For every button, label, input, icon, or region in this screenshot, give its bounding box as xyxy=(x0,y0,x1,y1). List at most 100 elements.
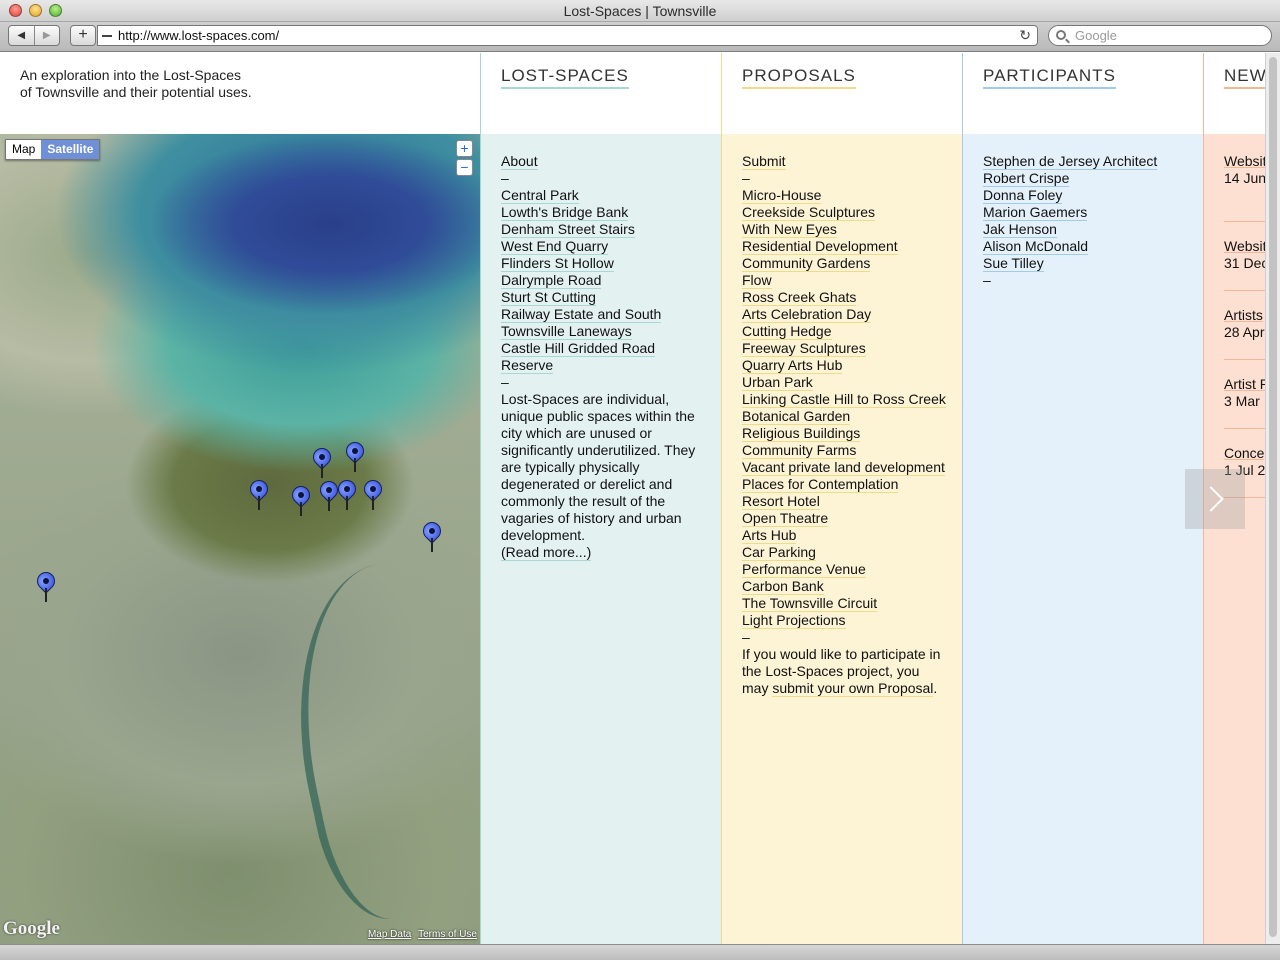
list-item: Quarry Arts Hub xyxy=(742,357,962,374)
read-more-link[interactable]: (Read more...) xyxy=(501,544,592,561)
map-pin-icon[interactable] xyxy=(309,444,335,478)
participant-link[interactable]: Sue Tilley xyxy=(983,255,1044,272)
map-pin-icon[interactable] xyxy=(33,568,59,602)
proposal-link[interactable]: The Townsville Circuit xyxy=(742,595,878,612)
map-pin-icon[interactable] xyxy=(419,518,445,552)
list-item: Linking Castle Hill to Ross Creek xyxy=(742,391,962,408)
proposals-heading[interactable]: PROPOSALS xyxy=(742,66,856,89)
list-item: Resort Hotel xyxy=(742,493,962,510)
vertical-scrollbar[interactable] xyxy=(1265,53,1280,944)
terms-of-use-link[interactable]: Terms of Use xyxy=(418,929,477,940)
proposal-link[interactable]: Freeway Sculptures xyxy=(742,340,866,357)
news-heading[interactable]: NEWS xyxy=(1224,66,1265,89)
list-separator: – xyxy=(742,170,750,186)
proposal-link[interactable]: Community Farms xyxy=(742,442,857,459)
proposal-link[interactable]: Places for Contemplation xyxy=(742,476,899,493)
zoom-out-button[interactable]: − xyxy=(456,159,473,176)
proposal-link[interactable]: Urban Park xyxy=(742,374,813,391)
proposal-link[interactable]: Light Projections xyxy=(742,612,846,629)
proposal-link[interactable]: Residential Development xyxy=(742,238,898,255)
map-footer: Map Data Terms of Use xyxy=(364,929,477,940)
map-pin-icon[interactable] xyxy=(316,477,342,511)
proposal-link[interactable]: Community Gardens xyxy=(742,255,871,272)
proposal-link[interactable]: Creekside Sculptures xyxy=(742,204,876,221)
map-pin-icon[interactable] xyxy=(334,476,360,510)
list-item: Botanical Garden xyxy=(742,408,962,425)
participant-link[interactable]: Stephen de Jersey Architect xyxy=(983,153,1158,170)
lost-space-link[interactable]: Dalrymple Road xyxy=(501,272,602,289)
forward-button[interactable]: ▶ xyxy=(33,26,60,45)
proposal-link[interactable]: Performance Venue xyxy=(742,561,866,578)
search-input[interactable]: Google xyxy=(1048,25,1272,46)
proposal-link[interactable]: Linking Castle Hill to Ross Creek xyxy=(742,391,946,408)
proposal-link[interactable]: With New Eyes xyxy=(742,221,837,238)
scrollbar-thumb[interactable] xyxy=(1269,57,1277,937)
participant-link[interactable]: Donna Foley xyxy=(983,187,1063,204)
satellite-map[interactable]: Map Satellite + − Google Map Data Terms … xyxy=(0,134,480,944)
proposal-link[interactable]: Arts Hub xyxy=(742,527,797,544)
news-title: Artists xyxy=(1224,307,1263,323)
address-bar[interactable]: http://www.lost-spaces.com/ ↻ xyxy=(97,25,1038,46)
proposal-link[interactable]: Flow xyxy=(742,272,772,289)
zoom-in-button[interactable]: + xyxy=(456,140,473,157)
lost-space-link[interactable]: Flinders St Hollow xyxy=(501,255,614,272)
reload-icon[interactable]: ↻ xyxy=(1019,26,1031,45)
proposal-link[interactable]: Religious Buildings xyxy=(742,425,861,442)
lost-space-link[interactable]: Denham Street Stairs xyxy=(501,221,635,238)
news-title: Website xyxy=(1224,238,1265,254)
lost-space-link[interactable]: About xyxy=(501,153,538,170)
map-pin-icon[interactable] xyxy=(360,476,386,510)
proposal-link[interactable]: Ross Creek Ghats xyxy=(742,289,857,306)
proposal-link[interactable]: Micro-House xyxy=(742,187,822,204)
proposal-link[interactable]: Open Theatre xyxy=(742,510,829,527)
list-item: Vacant private land development xyxy=(742,459,962,476)
map-pin-icon[interactable] xyxy=(288,482,314,516)
lost-spaces-heading[interactable]: LOST-SPACES xyxy=(501,66,629,89)
participants-heading[interactable]: PARTICIPANTS xyxy=(983,66,1116,89)
proposal-link[interactable]: Vacant private land development xyxy=(742,459,945,476)
map-pin-icon[interactable] xyxy=(342,438,368,472)
nav-buttons: ◀ ▶ xyxy=(8,25,60,46)
news-item[interactable]: Artists 28 Apr xyxy=(1224,291,1265,360)
next-arrow-button[interactable] xyxy=(1185,469,1245,529)
participant-link[interactable]: Marion Gaemers xyxy=(983,204,1088,221)
add-bookmark-button[interactable]: + xyxy=(70,25,96,46)
proposal-link[interactable]: Resort Hotel xyxy=(742,493,820,510)
lost-space-link[interactable]: Sturt St Cutting xyxy=(501,289,596,306)
proposal-link[interactable]: Cutting Hedge xyxy=(742,323,832,340)
proposal-link[interactable]: Arts Celebration Day xyxy=(742,306,872,323)
proposal-link[interactable]: Submit xyxy=(742,153,786,170)
intro-line-1: An exploration into the Lost-Spaces xyxy=(20,67,242,83)
participant-link[interactable]: Robert Crispe xyxy=(983,170,1070,187)
description-text: Lost-Spaces are individual, unique publi… xyxy=(501,391,696,543)
participant-link[interactable]: Alison McDonald xyxy=(983,238,1089,255)
submit-proposal-link[interactable]: submit your own Proposal xyxy=(772,680,934,697)
lost-space-link[interactable]: Lowth's Bridge Bank xyxy=(501,204,629,221)
proposal-link[interactable]: Carbon Bank xyxy=(742,578,824,595)
map-data-link[interactable]: Map Data xyxy=(368,929,411,940)
map-pin-icon[interactable] xyxy=(246,476,272,510)
map-type-satellite-button[interactable]: Satellite xyxy=(41,140,100,159)
proposal-link[interactable]: Quarry Arts Hub xyxy=(742,357,843,374)
proposal-link[interactable]: Botanical Garden xyxy=(742,408,851,425)
proposals-list: Submit – Micro-House Creekside Sculptures Wi… xyxy=(742,153,962,646)
participant-link[interactable]: Jak Henson xyxy=(983,221,1057,238)
list-item: Cutting Hedge xyxy=(742,323,962,340)
list-item: Sue Tilley xyxy=(983,255,1203,272)
list-item: Light Projections xyxy=(742,612,962,629)
news-item[interactable]: Website14 Jun xyxy=(1224,153,1265,222)
status-bar xyxy=(0,944,1280,960)
lost-space-link[interactable]: Central Park xyxy=(501,187,579,204)
lost-space-link[interactable]: Railway Estate and South xyxy=(501,306,662,323)
back-button[interactable]: ◀ xyxy=(9,26,34,45)
lost-space-link[interactable]: West End Quarry xyxy=(501,238,609,255)
news-item[interactable]: Artist P3 Mar xyxy=(1224,360,1265,429)
lost-space-link[interactable]: Townsville Laneways xyxy=(501,323,632,340)
map-type-map-button[interactable]: Map xyxy=(6,140,42,159)
news-item[interactable]: Website31 Dec xyxy=(1224,222,1265,291)
proposal-link[interactable]: Car Parking xyxy=(742,544,816,561)
title-bar: Lost-Spaces | Townsville xyxy=(0,0,1280,22)
lost-space-link[interactable]: Castle Hill Gridded Road xyxy=(501,340,656,357)
list-separator: – xyxy=(742,629,750,645)
lost-space-link[interactable]: Reserve xyxy=(501,357,554,374)
